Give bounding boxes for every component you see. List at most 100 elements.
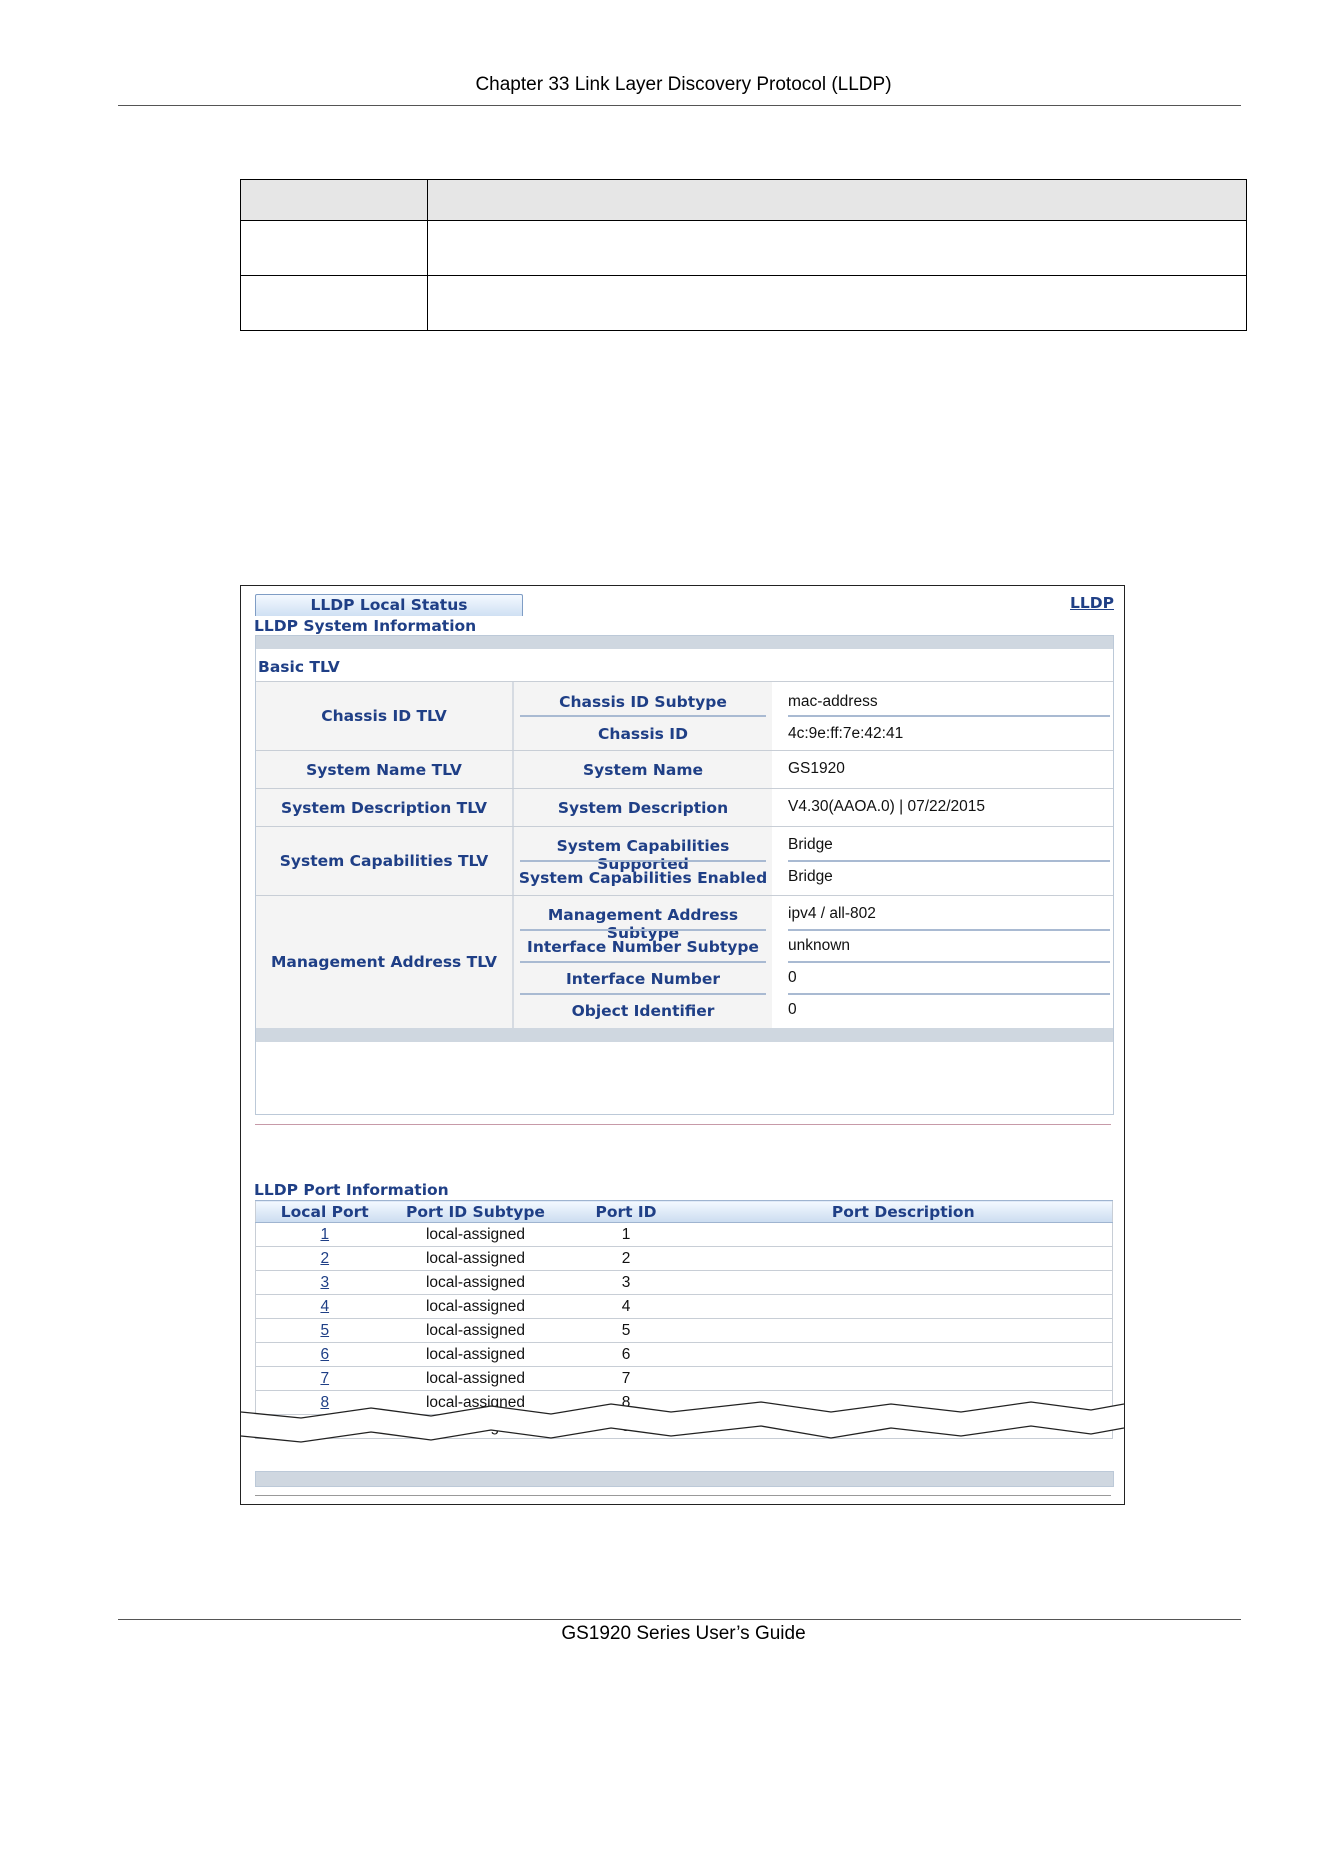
port-description-cell [694,1318,1113,1343]
system-description-tlv-group: System Description TLV System Descriptio… [256,788,1113,826]
header-cell [240,179,428,221]
field-label: Interface Number [565,970,721,988]
basic-tlv-title: Basic TLV [258,658,340,676]
local-port-cell: 3 [255,1270,394,1295]
row-separator [520,860,766,862]
field-column: Management Address Subtype Interface Num… [514,896,772,1028]
local-port-link[interactable]: 4 [320,1298,329,1315]
group-label: System Name TLV [256,751,512,788]
table-cell [240,220,428,276]
port-description-cell [694,1246,1113,1271]
row-separator [520,715,766,717]
column-header-port-id-subtype: Port ID Subtype [393,1200,558,1223]
local-port-cell: 1 [255,1222,394,1247]
port-description-cell [694,1342,1113,1367]
local-port-cell: 5 [255,1318,394,1343]
system-capabilities-tlv-group: System Capabilities TLV System Capabilit… [256,826,1113,895]
table-row: 1 local-assigned 1 [255,1222,1113,1247]
system-info-title: LLDP System Information [254,617,477,635]
local-port-link[interactable]: 3 [320,1274,329,1291]
value-separator [788,860,1110,862]
tab-lldp-local-status[interactable]: LLDP Local Status [255,594,523,616]
header-rule [118,105,1241,106]
lldp-link[interactable]: LLDP [1070,594,1114,612]
local-port-cell: 2 [255,1246,394,1271]
group-label: Chassis ID TLV [256,682,512,750]
field-value: mac-address [788,693,878,710]
port-id-subtype-cell: local-assigned [393,1294,558,1319]
field-value: V4.30(AAOA.0) | 07/22/2015 [788,798,986,815]
field-column: System Name [514,751,772,788]
page-footer: GS1920 Series User’s Guide [561,1623,806,1644]
port-id-cell: 7 [557,1366,695,1391]
field-value: 4c:9e:ff:7e:42:41 [788,725,904,742]
field-value: 0 [788,969,797,986]
table-row: 6 local-assigned 6 [255,1342,1113,1367]
port-id-cell: 5 [557,1318,695,1343]
field-column: Chassis ID Subtype Chassis ID [514,682,772,750]
chassis-id-tlv-group: Chassis ID TLV Chassis ID Subtype Chassi… [256,681,1113,750]
chapter-header: Chapter 33 Link Layer Discovery Protocol… [475,74,892,95]
port-description-cell [694,1270,1113,1295]
port-id-subtype-cell: local-assigned [393,1246,558,1271]
field-column: System Capabilities Supported System Cap… [514,827,772,895]
lldp-local-status-screenshot: LLDP Local Status LLDP LLDP System Infor… [240,585,1125,1505]
column-header-port-id: Port ID [557,1200,695,1223]
group-label: System Capabilities TLV [256,827,512,895]
field-label: Management Address Subtype [547,906,739,942]
table-row: 4 local-assigned 4 [255,1294,1113,1319]
table-cell [427,220,1247,276]
port-id-subtype-cell: local-assigned [393,1342,558,1367]
field-label: System Description [557,799,729,817]
row-separator [520,993,766,995]
field-label: Chassis ID [598,725,688,743]
system-name-tlv-group: System Name TLV System Name GS1920 [256,750,1113,788]
local-port-cell: 4 [255,1294,394,1319]
field-label: System Name [582,761,704,779]
table-row: 7 local-assigned 7 [255,1366,1113,1391]
field-value: Bridge [788,868,833,885]
table-row: 5 local-assigned 5 [255,1318,1113,1343]
management-address-tlv-group: Management Address TLV Management Addres… [256,895,1113,1028]
field-value: Bridge [788,836,833,853]
local-port-cell: 7 [255,1366,394,1391]
port-description-cell [694,1366,1113,1391]
table-row: 2 local-assigned 2 [255,1246,1113,1271]
local-port-link[interactable]: 6 [320,1346,329,1363]
column-header-local-port: Local Port [255,1200,394,1223]
description-table-row [240,220,1247,276]
page-break-marker [241,1401,1124,1443]
field-label: Interface Number Subtype [527,938,759,956]
local-port-link[interactable]: 7 [320,1370,329,1387]
port-table-header: Local Port Port ID Subtype Port ID Port … [255,1200,1113,1223]
value-separator [788,993,1110,995]
port-description-cell [694,1222,1113,1247]
local-port-cell: 6 [255,1342,394,1367]
local-port-link[interactable]: 2 [320,1250,329,1267]
field-value: GS1920 [788,760,845,777]
port-id-cell: 6 [557,1342,695,1367]
field-label: Chassis ID Subtype [559,693,727,711]
value-separator [788,961,1110,963]
port-info-title: LLDP Port Information [254,1181,449,1199]
footer-rule [118,1619,1241,1620]
port-id-cell: 2 [557,1246,695,1271]
system-info-panel: Basic TLV Chassis ID TLV Chassis ID Subt… [255,635,1114,1115]
field-column: System Description [514,789,772,826]
description-table [240,179,1247,331]
group-label: System Description TLV [256,789,512,826]
value-separator [788,715,1110,717]
table-cell [427,275,1247,331]
section-divider [255,1495,1111,1496]
port-id-subtype-cell: local-assigned [393,1222,558,1247]
port-id-cell: 3 [557,1270,695,1295]
port-id-cell: 1 [557,1222,695,1247]
value-separator [788,929,1110,931]
port-id-cell: 4 [557,1294,695,1319]
table-cell [240,275,428,331]
local-port-link[interactable]: 1 [320,1226,329,1243]
description-table-header [240,179,1247,221]
field-label: System Capabilities Supported [556,837,730,873]
local-port-link[interactable]: 5 [320,1322,329,1339]
field-value: unknown [788,937,851,954]
